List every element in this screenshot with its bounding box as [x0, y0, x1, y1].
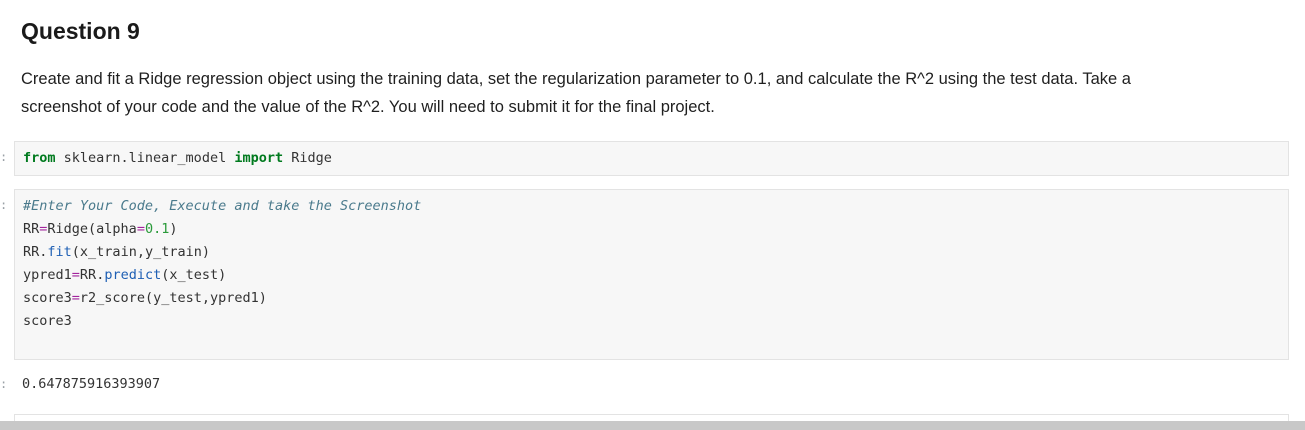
import-code-cell[interactable]: from sklearn.linear_model import Ridge — [14, 141, 1289, 176]
code-operator: = — [136, 221, 145, 237]
output-prompt: : — [0, 377, 8, 391]
imported-name: Ridge — [283, 150, 332, 166]
code-number: 0.1 — [144, 221, 170, 237]
code-token: RR — [23, 244, 40, 260]
code-line-fit: RR.fit(x_train,y_train) — [15, 241, 1288, 264]
code-token: RR — [23, 221, 40, 237]
code-token: (x_train,y_train) — [71, 244, 210, 260]
code-operator: = — [71, 267, 80, 283]
code-token: ) — [169, 221, 178, 237]
code-method: fit — [47, 244, 72, 260]
code-comment: #Enter Your Code, Execute and take the S… — [15, 195, 1288, 218]
horizontal-scrollbar[interactable] — [0, 421, 1305, 430]
keyword-import: import — [234, 150, 284, 166]
module-name: sklearn.linear_model — [55, 150, 235, 166]
code-token: RR — [79, 267, 97, 283]
markdown-cell[interactable]: Question 9 Create and fit a Ridge regres… — [21, 14, 1291, 121]
code-line-score: score3=r2_score(y_test,ypred1) — [15, 287, 1288, 310]
code-token: r2_score(y_test,ypred1) — [79, 290, 267, 306]
notebook: Question 9 Create and fit a Ridge regres… — [0, 0, 1305, 430]
cell-output-value: 0.647875916393907 — [22, 376, 161, 392]
cell-prompt: : — [0, 150, 8, 164]
keyword-from: from — [23, 150, 56, 166]
code-line-output-var: score3 — [23, 313, 72, 329]
code-operator: = — [71, 290, 80, 306]
code-token: Ridge(alpha — [47, 221, 137, 237]
cell-prompt: : — [0, 198, 8, 212]
comment-text: #Enter Your Code, Execute and take the S… — [23, 198, 422, 214]
import-line: from sklearn.linear_model import Ridge — [15, 147, 1288, 170]
code-token: (x_test) — [161, 267, 227, 283]
code-method: predict — [104, 267, 162, 283]
code-token: score3 — [23, 290, 72, 306]
question-title: Question 9 — [21, 18, 140, 44]
ridge-code-cell[interactable]: #Enter Your Code, Execute and take the S… — [14, 189, 1289, 360]
code-line-ridge: RR=Ridge(alpha=0.1) — [15, 218, 1288, 241]
question-description: Create and fit a Ridge regression object… — [21, 70, 1131, 116]
code-line-predict: ypred1=RR.predict(x_test) — [15, 264, 1288, 287]
code-token: ypred1 — [23, 267, 72, 283]
